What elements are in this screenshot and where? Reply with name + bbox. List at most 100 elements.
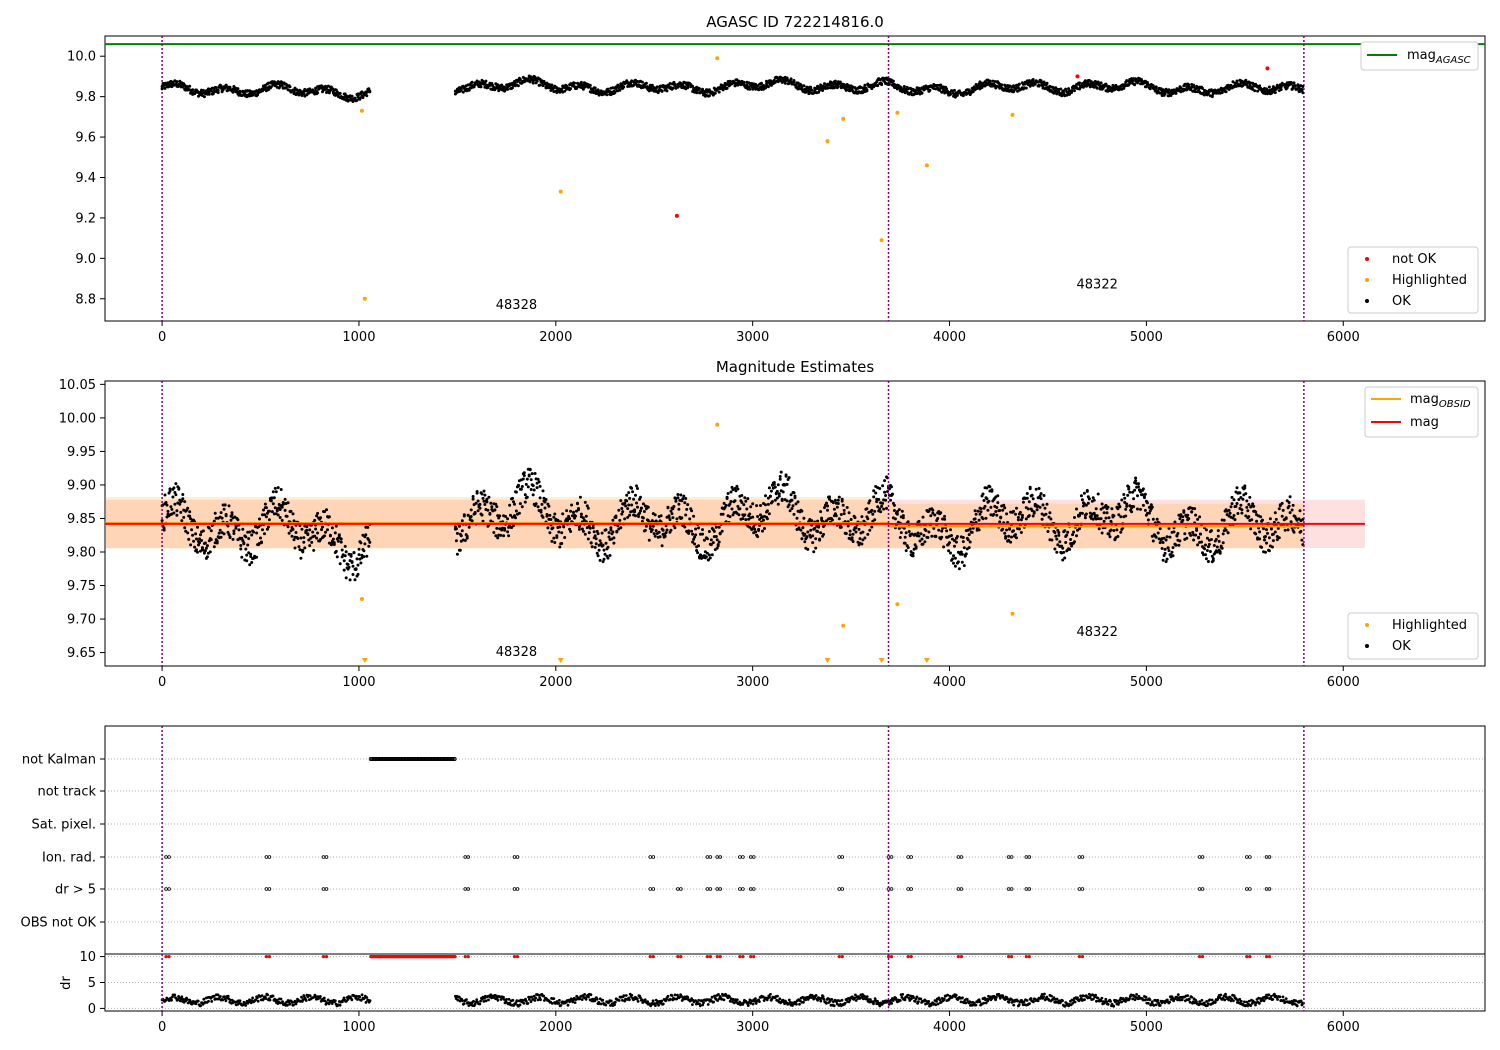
chart2-ok-point: [762, 518, 765, 522]
chart1-ok-point: [528, 80, 532, 84]
chart1-ok-point: [1095, 86, 1099, 90]
chart1-ok-point: [713, 91, 717, 95]
chart2-ok-point: [351, 564, 355, 568]
chart2-ok-point: [320, 528, 323, 532]
chart3-dr-point: [518, 1003, 522, 1007]
chart2-ok-point: [926, 536, 930, 539]
chart2-ok-point: [721, 512, 725, 516]
chart2-ok-point: [779, 470, 783, 474]
chart1-ok-point: [748, 87, 752, 91]
chart2-ok-point: [1041, 503, 1045, 507]
chart2-ok-point: [1216, 534, 1220, 538]
chart2-ok-point: [174, 493, 178, 497]
chart3-dr-point: [216, 993, 220, 997]
chart2-ok-point: [190, 528, 194, 532]
chart2-ok-point: [1031, 514, 1035, 518]
chart2-ok-point: [906, 546, 910, 550]
chart2-ok-point: [1134, 479, 1138, 483]
chart2-ok-point: [740, 494, 744, 497]
chart2-ok-point: [1204, 553, 1207, 557]
chart2-ok-point: [543, 506, 547, 510]
chart2-ok-point: [524, 482, 528, 486]
chart1-ok-point: [949, 92, 952, 96]
chart2-ytick-label: 9.70: [67, 613, 96, 628]
chart2-ok-point: [973, 509, 977, 513]
chart1-ok-point: [660, 89, 664, 93]
chart2-ok-point: [945, 529, 949, 533]
chart2-ok-point: [1045, 502, 1049, 506]
chart2-ok-point: [1063, 556, 1067, 560]
chart3-dr-point: [365, 996, 369, 999]
chart2-ok-point: [907, 530, 911, 533]
chart2-ok-point: [1291, 503, 1295, 507]
chart2-ok-point: [917, 519, 921, 523]
chart2-ok-point: [844, 532, 848, 536]
chart2-ok-point: [273, 486, 277, 490]
chart2-ok-point: [507, 534, 511, 538]
chart2-ok-point: [673, 526, 677, 530]
chart3-dr-point: [502, 995, 505, 999]
chart1-ok-point: [338, 91, 342, 95]
chart1-ok-point: [783, 81, 787, 85]
chart2-ok-point: [300, 527, 304, 531]
chart2-ok-point: [768, 494, 772, 498]
chart1-ok-point: [698, 87, 701, 91]
chart2-ok-point: [570, 503, 574, 507]
chart2-ok-point: [250, 533, 254, 537]
chart2-ok-point: [469, 508, 473, 512]
chart2-ok-point: [960, 552, 964, 556]
chart3-flag-label: not track: [37, 785, 96, 800]
chart2-ok-point: [1026, 507, 1030, 511]
chart2-ok-point: [818, 538, 822, 542]
chart2-ok-point: [593, 545, 597, 549]
chart2-ok-point: [530, 472, 534, 476]
chart2-ok-point: [639, 495, 642, 499]
chart2-ok-point: [1286, 528, 1290, 532]
chart2-ok-point: [780, 497, 784, 501]
chart2-ok-point: [220, 516, 224, 520]
chart2-ok-point: [1025, 496, 1029, 500]
chart3-xtick-label: 1000: [342, 1020, 375, 1035]
chart2-xtick-label: 0: [158, 675, 166, 690]
chart2-ok-point: [367, 544, 371, 548]
chart2-obsid-label: 48322: [1077, 625, 1118, 640]
chart2-ok-point: [842, 512, 846, 516]
chart2-ok-point: [904, 549, 908, 553]
chart2-ok-point: [538, 496, 542, 500]
chart2-ok-point: [707, 530, 711, 533]
chart3-dr-point: [465, 998, 468, 1001]
chart2-ok-point: [597, 548, 601, 552]
chart2-ok-point: [1112, 514, 1116, 518]
chart2-ok-point: [1014, 533, 1017, 537]
chart2-ok-point: [1027, 514, 1031, 518]
chart2-ok-point: [553, 512, 557, 516]
chart2-ok-point: [493, 508, 497, 512]
chart2-ok-point: [641, 516, 645, 520]
chart2-ok-point: [1016, 515, 1020, 519]
chart2-ok-point: [950, 534, 953, 537]
chart2-ok-point: [297, 545, 301, 549]
chart2-ok-point: [362, 555, 366, 559]
chart2-ok-point: [1080, 498, 1084, 502]
chart2-ok-point: [549, 518, 553, 521]
chart1-ok-point: [236, 87, 240, 91]
chart2-ok-point: [753, 527, 757, 531]
chart1-ok-point: [1273, 91, 1277, 95]
chart1-ok-point: [506, 87, 510, 91]
chart2-ok-point: [1216, 529, 1220, 533]
chart2-ok-point: [1001, 508, 1005, 512]
chart3-xtick-label: 0: [158, 1020, 166, 1035]
chart2-ok-point: [321, 525, 324, 529]
chart2-ok-point: [652, 532, 656, 536]
chart3-dr-point: [505, 998, 508, 1001]
chart2-ok-point: [1132, 505, 1136, 509]
chart2-ok-point: [631, 490, 635, 494]
chart3-dr-point: [185, 998, 189, 1001]
chart2-ok-point: [584, 514, 588, 518]
chart1-ok-point: [810, 88, 814, 92]
chart3-dr-point: [264, 997, 268, 1000]
chart2-ok-point: [737, 513, 741, 517]
chart3-dr-point: [536, 998, 540, 1002]
chart2-ok-point: [471, 497, 475, 501]
chart2-ok-point: [1005, 528, 1009, 532]
